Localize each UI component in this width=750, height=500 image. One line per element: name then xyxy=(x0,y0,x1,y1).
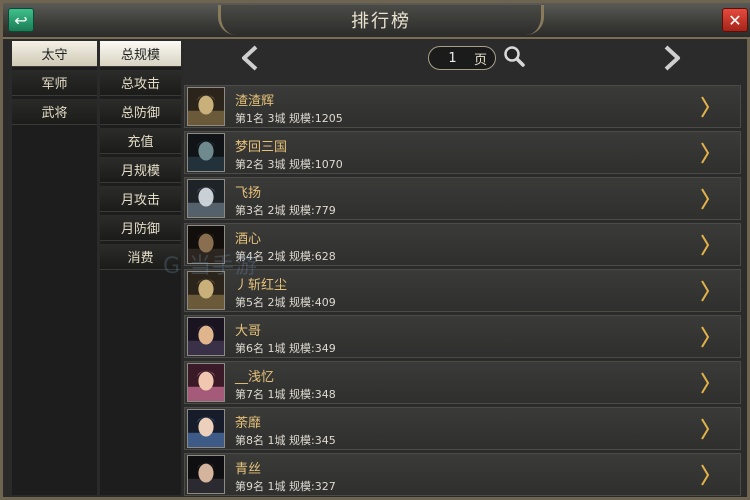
chevron-right-icon[interactable] xyxy=(700,96,710,118)
player-name: 丿斩红尘 xyxy=(235,278,288,293)
player-avatar xyxy=(187,317,225,356)
ranking-row[interactable]: 梦回三国第2名 3城 规模:1070 xyxy=(184,131,741,174)
chevron-right-icon[interactable] xyxy=(700,418,710,440)
player-name: 大哥 xyxy=(235,324,262,339)
subcategory-tab[interactable]: 总规模 xyxy=(100,41,181,67)
ranking-row[interactable]: 丿斩红尘第5名 2城 规模:409 xyxy=(184,269,741,312)
ranking-row[interactable]: 酒心第4名 2城 规模:628 xyxy=(184,223,741,266)
player-rank-info: 第5名 2城 规模:409 xyxy=(235,296,336,309)
chevron-right-icon[interactable] xyxy=(700,280,710,302)
player-name: 荼靡 xyxy=(235,416,262,431)
player-avatar xyxy=(187,133,225,172)
ranking-window: ↩ 排行榜 ✕ 太守军师武将 总规模总攻击总防御充值月规模月攻击月防御消费 1 … xyxy=(0,0,750,500)
category-tab-list: 太守 军师 武将 xyxy=(12,41,97,495)
player-avatar xyxy=(187,409,225,448)
page-input[interactable]: 1 页 xyxy=(428,46,496,70)
close-button[interactable]: ✕ xyxy=(722,8,748,32)
chevron-right-icon[interactable] xyxy=(700,142,710,164)
prev-page-button[interactable] xyxy=(238,45,262,71)
next-page-button[interactable] xyxy=(660,45,684,71)
search-icon[interactable] xyxy=(502,44,526,68)
chevron-right-icon[interactable] xyxy=(700,234,710,256)
title-plate: 排行榜 xyxy=(218,5,544,35)
ranking-row[interactable]: 渣渣辉第1名 3城 规模:1205 xyxy=(184,85,741,128)
window-title: 排行榜 xyxy=(351,11,411,32)
page-unit: 页 xyxy=(473,52,487,68)
player-avatar xyxy=(187,225,225,264)
ranking-row[interactable]: 大哥第6名 1城 规模:349 xyxy=(184,315,741,358)
subcategory-tab[interactable]: 消费 xyxy=(100,244,181,270)
player-avatar xyxy=(187,87,225,126)
player-avatar xyxy=(187,179,225,218)
chevron-right-icon[interactable] xyxy=(700,464,710,486)
chevron-right-icon xyxy=(664,45,680,71)
ranking-row[interactable]: 青丝第9名 1城 规模:327 xyxy=(184,453,741,496)
ranking-row[interactable]: __浅忆第7名 1城 规模:348 xyxy=(184,361,741,404)
ranking-list: 渣渣辉 第1名 3城 规模:1205 梦回三国 第2名 3城 规模:1070 飞扬 第3名… xyxy=(184,85,744,499)
category-tab[interactable]: 太守 xyxy=(12,41,97,67)
category-tab[interactable]: 军师 xyxy=(12,70,97,96)
chevron-right-icon[interactable] xyxy=(700,188,710,210)
pager: 1 页 xyxy=(184,41,744,79)
ranking-panel: 1 页 渣渣辉 第1名 3城 规模:1205 梦回三国 第2名 3城 规模:1070 飞… xyxy=(184,41,744,497)
chevron-left-icon xyxy=(242,45,258,71)
player-name: __浅忆 xyxy=(235,370,275,385)
player-name: 梦回三国 xyxy=(235,140,288,155)
subcategory-tab-list: 总规模总攻击总防御充值月规模月攻击月防御消费 xyxy=(100,41,181,495)
player-rank-info: 第3名 2城 规模:779 xyxy=(235,204,336,217)
chevron-right-icon[interactable] xyxy=(700,326,710,348)
ranking-row[interactable]: 飞扬第3名 2城 规模:779 xyxy=(184,177,741,220)
player-name: 渣渣辉 xyxy=(235,94,275,109)
chevron-right-icon[interactable] xyxy=(700,372,710,394)
player-rank-info: 第4名 2城 规模:628 xyxy=(235,250,336,263)
close-icon: ✕ xyxy=(728,10,742,30)
subcategory-tab[interactable]: 总防御 xyxy=(100,99,181,125)
player-avatar xyxy=(187,363,225,402)
player-rank-info: 第6名 1城 规模:349 xyxy=(235,342,336,355)
return-icon: ↩ xyxy=(14,10,28,30)
subcategory-tab[interactable]: 月规模 xyxy=(100,157,181,183)
player-avatar xyxy=(187,455,225,494)
title-bar: ↩ 排行榜 ✕ xyxy=(3,3,750,39)
subcategory-tab[interactable]: 充值 xyxy=(100,128,181,154)
player-rank-info: 第8名 1城 规模:345 xyxy=(235,434,336,447)
player-rank-info: 第1名 3城 规模:1205 xyxy=(235,112,343,125)
subcategory-tab[interactable]: 月防御 xyxy=(100,215,181,241)
player-rank-info: 第7名 1城 规模:348 xyxy=(235,388,336,401)
subcategory-tab[interactable]: 月攻击 xyxy=(100,186,181,212)
subcategory-tab[interactable]: 总攻击 xyxy=(100,70,181,96)
player-name: 飞扬 xyxy=(235,186,262,201)
player-rank-info: 第2名 3城 规模:1070 xyxy=(235,158,343,171)
page-number: 1 xyxy=(448,50,457,66)
back-button[interactable]: ↩ xyxy=(8,8,34,32)
player-rank-info: 第9名 1城 规模:327 xyxy=(235,480,336,493)
player-name: 青丝 xyxy=(235,462,262,477)
category-tab[interactable]: 武将 xyxy=(12,99,97,125)
player-name: 酒心 xyxy=(235,232,262,247)
player-avatar xyxy=(187,271,225,310)
ranking-row[interactable]: 荼靡第8名 1城 规模:345 xyxy=(184,407,741,450)
